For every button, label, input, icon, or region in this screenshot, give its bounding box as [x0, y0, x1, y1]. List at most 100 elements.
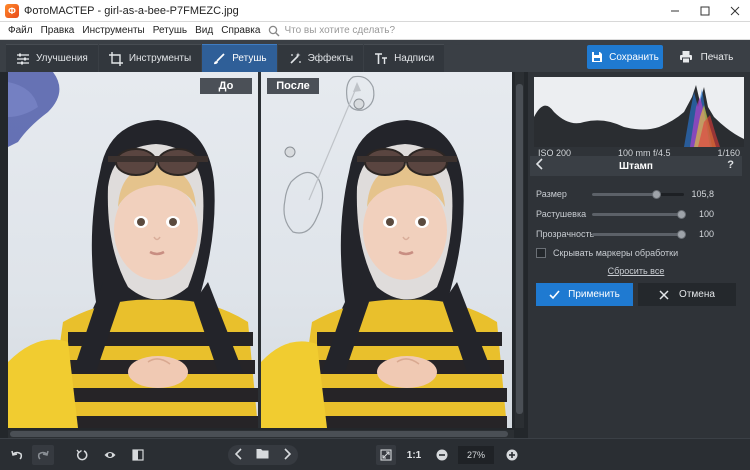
save-button[interactable]: Сохранить — [587, 45, 663, 69]
menu-help[interactable]: Справка — [217, 25, 264, 36]
redo-button[interactable] — [32, 445, 54, 465]
tab-effects[interactable]: Эффекты — [277, 44, 364, 72]
slider-size-fill — [592, 193, 657, 196]
hide-markers-option[interactable]: Скрывать маркеры обработки — [536, 247, 678, 259]
slider-feather-label: Растушевка — [536, 209, 587, 219]
main-toolbar: Улучшения Инструменты Ретушь Эффекты Над… — [0, 40, 750, 72]
search-placeholder[interactable]: Что вы хотите сделать? — [284, 25, 395, 36]
sliders-icon — [17, 53, 29, 64]
redo-icon — [37, 450, 49, 460]
slider-opacity-value: 100 — [698, 229, 714, 239]
horizontal-scrollbar[interactable] — [8, 430, 514, 438]
photo-before[interactable]: До — [8, 72, 258, 428]
slider-opacity: Прозрачность 100 — [536, 227, 744, 241]
slider-size-value: 105,8 — [691, 189, 714, 199]
actual-size-button[interactable]: 1:1 — [402, 445, 426, 465]
menu-search[interactable]: Что вы хотите сделать? — [268, 25, 395, 37]
zoom-in-button[interactable] — [502, 445, 522, 465]
fit-to-screen-button[interactable] — [376, 445, 396, 465]
slider-opacity-track[interactable] — [592, 230, 687, 239]
tab-text-label: Надписи — [394, 53, 435, 64]
slider-size-track[interactable] — [592, 190, 684, 199]
histogram-graph — [534, 77, 744, 147]
cancel-button[interactable]: Отмена — [638, 283, 736, 306]
tab-retouch-label: Ретушь — [232, 53, 267, 64]
back-button[interactable] — [535, 158, 544, 173]
print-label: Печать — [700, 51, 734, 63]
undo-icon — [11, 450, 23, 460]
tab-effects-label: Эффекты — [307, 53, 354, 64]
help-button[interactable]: ? — [727, 159, 734, 171]
slider-opacity-label: Прозрачность — [536, 229, 595, 239]
vertical-scroll-thumb[interactable] — [516, 84, 523, 414]
compare-button[interactable] — [128, 445, 148, 465]
menu-tools[interactable]: Инструменты — [78, 25, 148, 36]
menu-file[interactable]: Файл — [4, 25, 37, 36]
apply-label: Применить — [568, 289, 620, 300]
zoom-level-field[interactable]: 27% — [458, 446, 494, 464]
slider-size-knob[interactable] — [652, 190, 662, 199]
tab-retouch[interactable]: Ретушь — [202, 44, 277, 72]
open-folder-button[interactable] — [256, 448, 269, 462]
tab-tools[interactable]: Инструменты — [98, 44, 202, 72]
split-view-icon — [132, 449, 144, 461]
zoom-value: 27% — [466, 450, 485, 460]
after-label: После — [267, 78, 319, 94]
window-title: ФотоМАСТЕР - girl-as-a-bee-P7FMEZC.jpg — [24, 4, 239, 17]
preview-button[interactable] — [100, 445, 120, 465]
magic-wand-icon — [290, 52, 301, 64]
undo-button[interactable] — [6, 445, 28, 465]
fotomaster-logo-icon: Ф — [5, 3, 19, 18]
floppy-disk-icon — [592, 52, 603, 62]
zoom-out-icon — [436, 449, 448, 461]
cancel-label: Отмена — [679, 289, 715, 300]
image-navigation — [228, 445, 298, 465]
horizontal-scroll-thumb[interactable] — [10, 431, 508, 437]
maximize-button[interactable] — [690, 0, 720, 22]
minimize-button[interactable] — [660, 0, 690, 22]
hide-markers-checkbox[interactable] — [536, 248, 546, 258]
fit-screen-icon — [380, 449, 392, 461]
crop-icon — [108, 51, 123, 66]
menu-bar: Файл Правка Инструменты Ретушь Вид Справ… — [0, 22, 750, 40]
close-button[interactable] — [720, 0, 750, 22]
menu-edit[interactable]: Правка — [37, 25, 79, 36]
chevron-left-icon — [535, 158, 543, 170]
reset-rotate-button[interactable] — [72, 445, 92, 465]
window-controls — [660, 0, 750, 22]
reset-all-link[interactable]: Сбросить все — [536, 266, 736, 276]
actual-size-label: 1:1 — [406, 449, 422, 461]
slider-size-label: Размер — [536, 189, 567, 199]
slider-opacity-knob[interactable] — [677, 230, 687, 239]
slider-size: Размер 105,8 — [536, 187, 744, 201]
menu-retouch[interactable]: Ретушь — [149, 25, 191, 36]
bottom-toolbar: 1:1 27% — [0, 438, 750, 470]
menu-view[interactable]: Вид — [191, 25, 217, 36]
maximize-icon — [700, 6, 710, 16]
before-label: До — [200, 78, 252, 94]
slider-feather-track[interactable] — [592, 210, 687, 219]
slider-feather: Растушевка 100 — [536, 207, 744, 221]
close-icon — [730, 6, 740, 16]
previous-image-button[interactable] — [234, 447, 243, 463]
tab-bar: Улучшения Инструменты Ретушь Эффекты Над… — [6, 44, 445, 72]
panel-title: Штамп — [619, 160, 653, 172]
girl-bee-photo-before — [8, 72, 258, 428]
slider-opacity-fill — [592, 233, 682, 236]
text-icon — [375, 52, 388, 64]
tab-enhancements[interactable]: Улучшения — [6, 44, 98, 72]
save-label: Сохранить — [609, 51, 659, 63]
slider-feather-knob[interactable] — [677, 210, 687, 219]
photo-after[interactable]: После — [261, 72, 512, 428]
tab-text[interactable]: Надписи — [364, 44, 445, 72]
zoom-out-button[interactable] — [432, 445, 452, 465]
print-button[interactable]: Печать — [668, 45, 744, 69]
vertical-scrollbar[interactable] — [515, 72, 524, 428]
photo-canvas[interactable]: До После — [0, 72, 528, 438]
stamp-panel-header: Штамп ? — [530, 156, 742, 176]
girl-bee-photo-after — [261, 75, 507, 428]
apply-button[interactable]: Применить — [536, 283, 633, 306]
hide-markers-label: Скрывать маркеры обработки — [553, 248, 679, 258]
eye-icon — [104, 452, 116, 458]
next-image-button[interactable] — [283, 447, 292, 463]
